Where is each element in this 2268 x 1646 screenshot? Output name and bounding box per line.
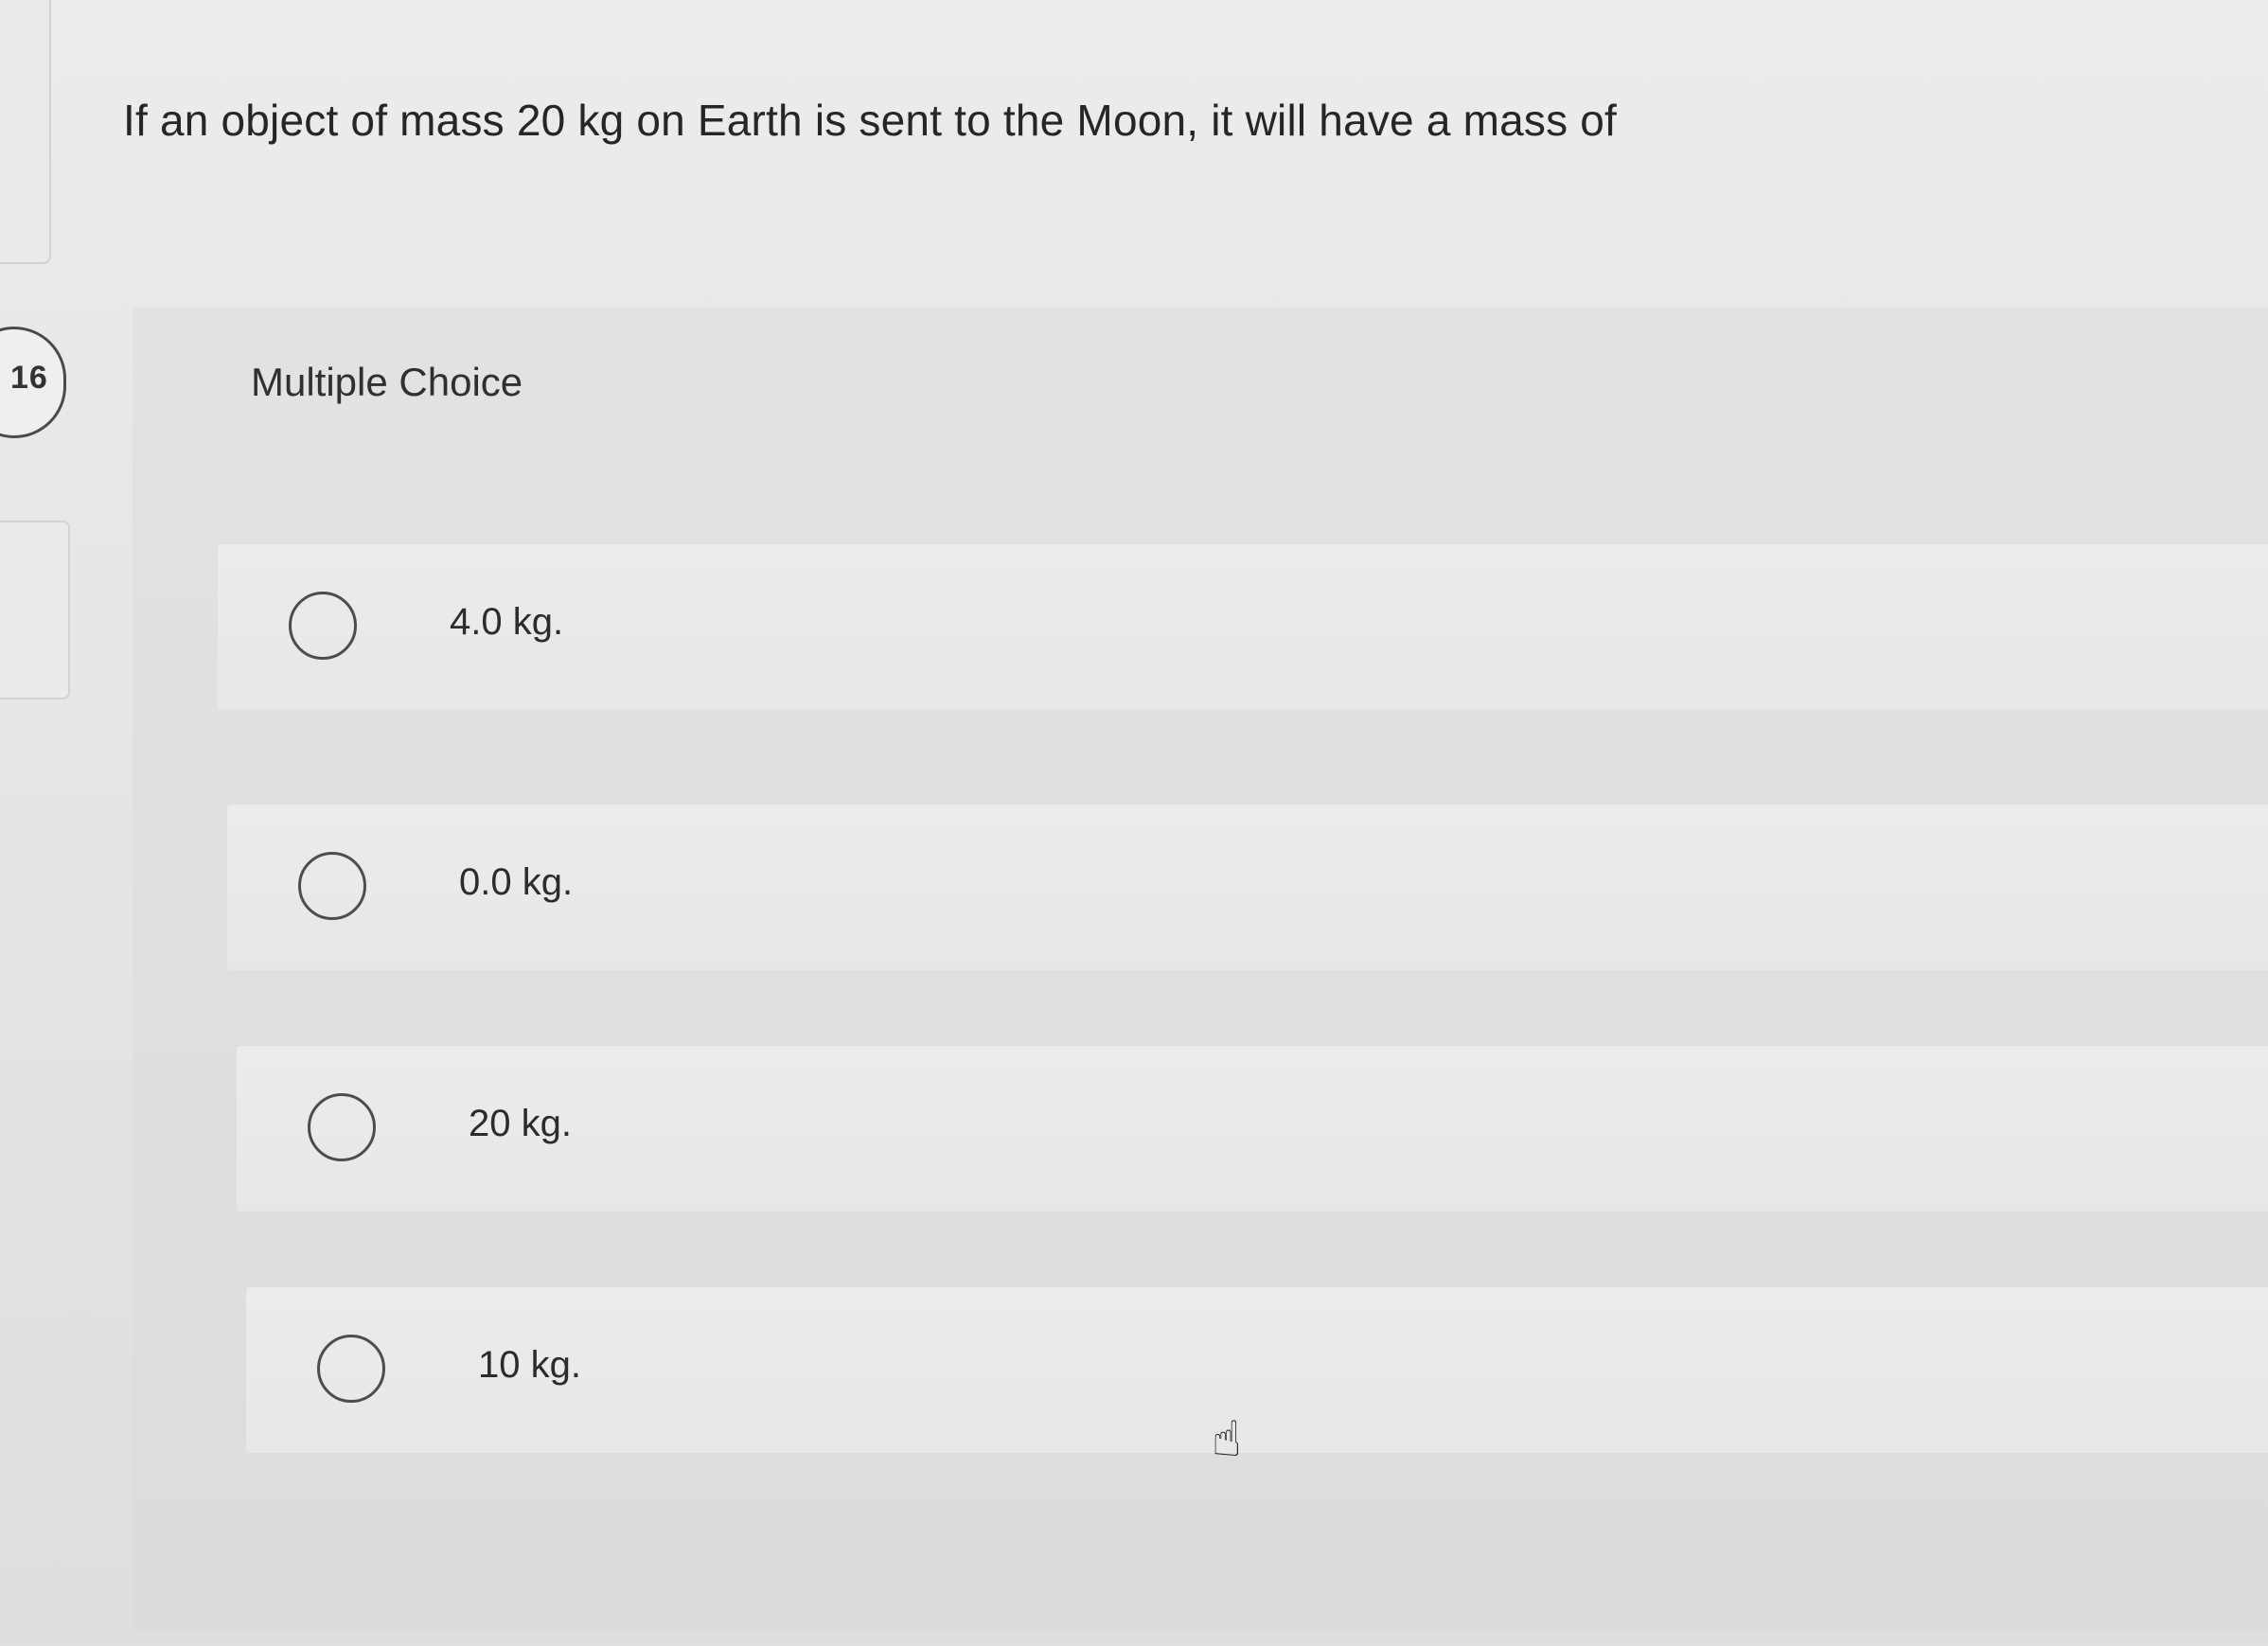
radio-button[interactable] bbox=[289, 592, 357, 660]
choice-option-4[interactable]: 10 kg. bbox=[246, 1287, 2268, 1453]
choice-option-1[interactable]: 4.0 kg. bbox=[218, 544, 2268, 710]
hand-pointer-icon: ☝ bbox=[1212, 1412, 1242, 1467]
radio-button[interactable] bbox=[317, 1335, 385, 1403]
multiple-choice-panel: Multiple Choice 4.0 kg. 0.0 kg. 20 kg. 1… bbox=[133, 308, 2268, 1633]
choice-label: 10 kg. bbox=[478, 1344, 581, 1386]
question-text: If an object of mass 20 kg on Earth is s… bbox=[123, 96, 1618, 145]
choice-option-3[interactable]: 20 kg. bbox=[237, 1046, 2268, 1212]
nav-question-slot-previous[interactable] bbox=[0, 0, 51, 264]
choice-label: 20 kg. bbox=[469, 1103, 572, 1144]
choice-label: 0.0 kg. bbox=[459, 861, 574, 903]
nav-question-slot-next[interactable] bbox=[0, 521, 70, 699]
nav-question-current[interactable]: 16 bbox=[0, 327, 66, 438]
radio-button[interactable] bbox=[308, 1093, 376, 1161]
question-number-label: 16 bbox=[10, 360, 48, 396]
multiple-choice-header: Multiple Choice bbox=[251, 360, 523, 404]
choice-option-2[interactable]: 0.0 kg. bbox=[227, 805, 2268, 970]
choice-label: 4.0 kg. bbox=[450, 601, 564, 643]
radio-button[interactable] bbox=[298, 852, 366, 920]
